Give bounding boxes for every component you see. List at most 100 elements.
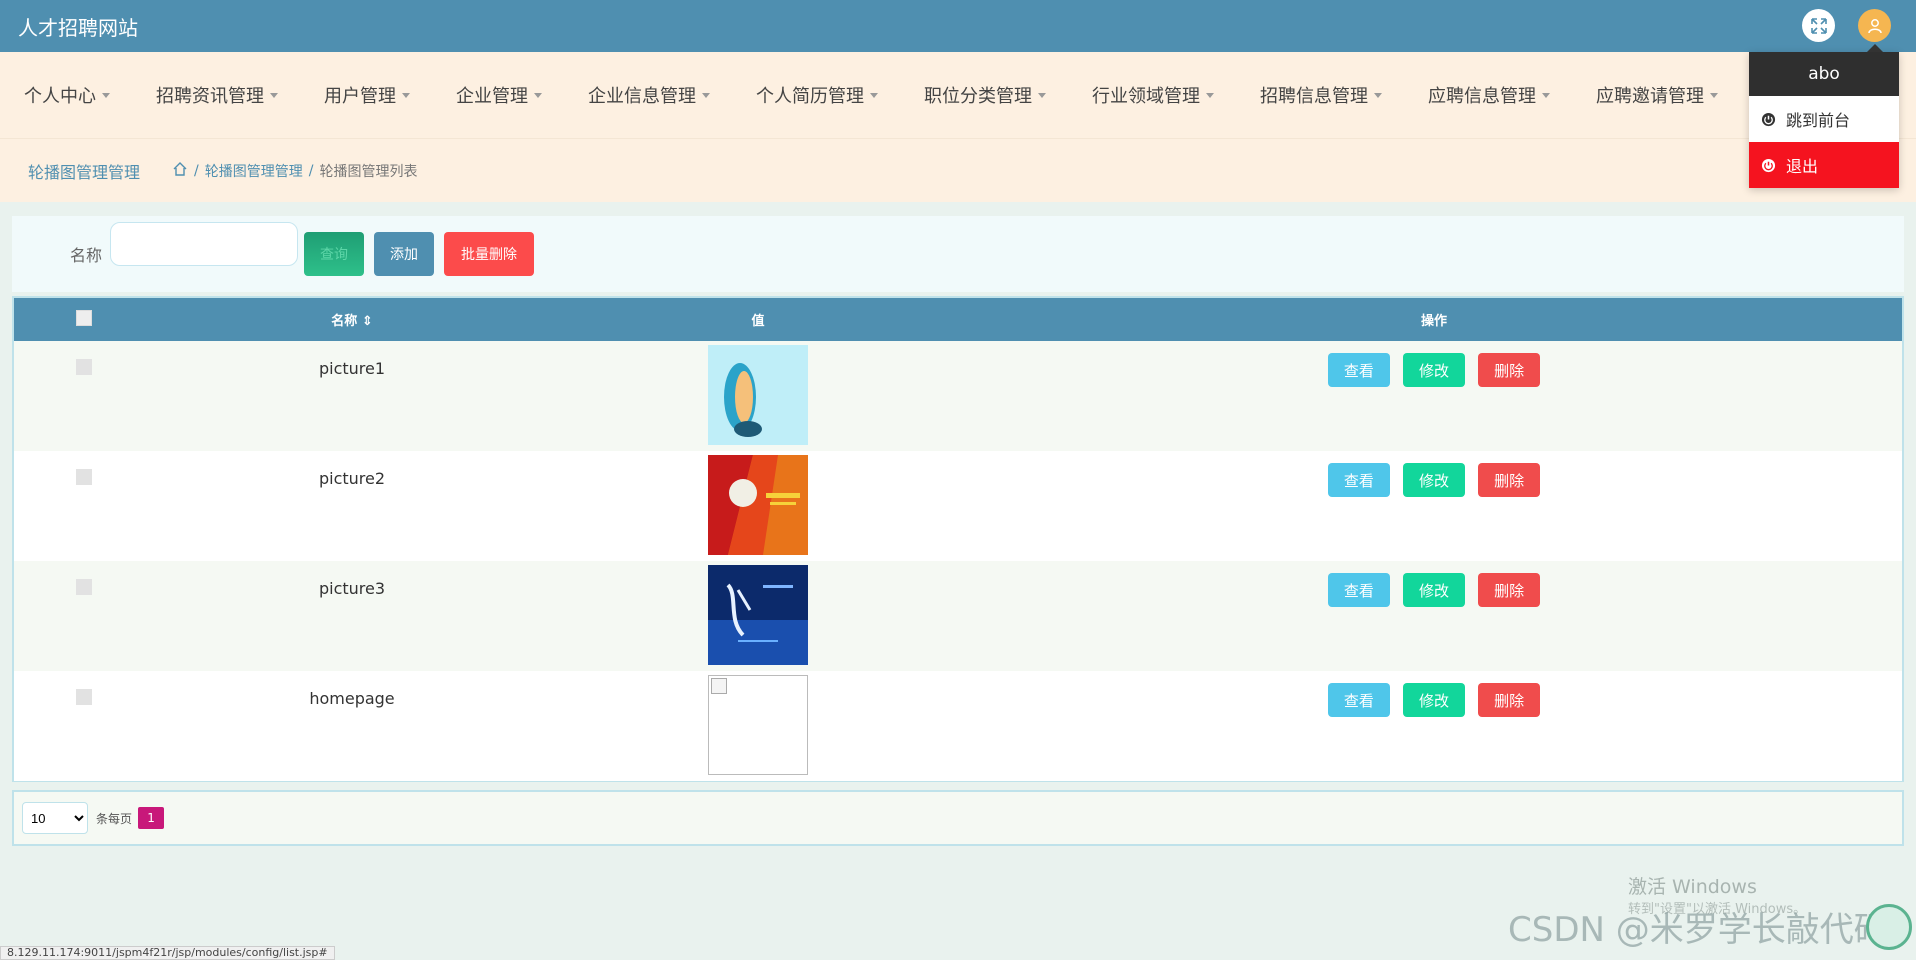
query-button[interactable]: 查询 xyxy=(304,232,365,276)
nav-item-invitations[interactable]: 应聘邀请管理 xyxy=(1572,82,1740,108)
edit-button[interactable]: 修改 xyxy=(1403,573,1465,607)
breadcrumb: / 轮播图管理管理 / 轮播图管理列表 xyxy=(172,161,417,181)
pagination: 10 条每页 1 xyxy=(12,790,1904,846)
row-name: picture1 xyxy=(318,359,386,378)
breadcrumb-current: 轮播图管理列表 xyxy=(319,163,418,180)
nav-item-users[interactable]: 用户管理 xyxy=(300,82,432,108)
select-all-checkbox[interactable] xyxy=(76,309,92,326)
table-row: picture3 查看 修改 删除 xyxy=(14,561,1902,671)
row-name: picture3 xyxy=(318,579,386,598)
breadcrumb-separator: / xyxy=(194,162,199,179)
caret-down-icon xyxy=(702,92,710,98)
view-button[interactable]: 查看 xyxy=(1327,353,1390,387)
go-to-frontend-label: 跳到前台 xyxy=(1786,111,1851,130)
logout-label: 退出 xyxy=(1786,157,1819,176)
windows-activation-title: 激活 Windows xyxy=(1628,876,1757,898)
caret-down-icon xyxy=(870,92,878,98)
column-header-name[interactable]: 名称 ⇕ xyxy=(154,298,550,341)
sort-icon[interactable]: ⇕ xyxy=(357,314,373,329)
csdn-watermark: CSDN @米罗学长敲代码 xyxy=(1508,910,1888,950)
banner-thumbnail-picture1 xyxy=(708,345,808,445)
page-number-active[interactable]: 1 xyxy=(138,807,165,829)
user-dropdown-menu: abo 跳到前台 退出 xyxy=(1749,44,1899,188)
caret-down-icon xyxy=(102,92,110,98)
breadcrumb-bar: 轮播图管理管理 / 轮播图管理管理 / 轮播图管理列表 xyxy=(0,138,1916,202)
per-page-label: 条每页 xyxy=(96,811,133,826)
caret-down-icon xyxy=(534,92,542,98)
table-row: homepage 查看 修改 删除 xyxy=(14,671,1902,781)
caret-down-icon xyxy=(1542,92,1550,98)
table-row: picture1 查看 修改 删除 xyxy=(14,341,1902,451)
nav-item-resumes[interactable]: 个人简历管理 xyxy=(732,82,900,108)
nav-item-job-posts[interactable]: 招聘信息管理 xyxy=(1236,82,1404,108)
nav-label: 应聘邀请管理 xyxy=(1596,86,1704,107)
column-header-actions: 操作 xyxy=(1420,314,1447,329)
nav-item-recruit-news[interactable]: 招聘资讯管理 xyxy=(132,82,300,108)
name-search-input[interactable] xyxy=(110,222,299,266)
caret-down-icon xyxy=(1206,92,1214,98)
caret-down-icon xyxy=(1374,92,1382,98)
caret-down-icon xyxy=(1038,92,1046,98)
view-button[interactable]: 查看 xyxy=(1327,463,1390,497)
nav-label: 个人简历管理 xyxy=(756,86,864,107)
nav-label: 应聘信息管理 xyxy=(1428,86,1536,107)
delete-button[interactable]: 删除 xyxy=(1478,353,1541,387)
edit-button[interactable]: 修改 xyxy=(1403,683,1465,717)
nav-label: 个人中心 xyxy=(24,86,96,107)
add-button[interactable]: 添加 xyxy=(374,232,435,276)
row-checkbox[interactable] xyxy=(76,359,92,375)
nav-item-companies[interactable]: 企业管理 xyxy=(432,82,564,108)
nav-label: 企业管理 xyxy=(456,86,528,107)
row-checkbox[interactable] xyxy=(76,579,92,595)
name-label: 名称 xyxy=(70,246,103,265)
main-nav: 个人中心 招聘资讯管理 用户管理 企业管理 企业信息管理 个人简历管理 职位分类… xyxy=(0,52,1916,138)
view-button[interactable]: 查看 xyxy=(1327,683,1390,717)
nav-item-job-categories[interactable]: 职位分类管理 xyxy=(900,82,1068,108)
caret-down-icon xyxy=(270,92,278,98)
nav-item-industries[interactable]: 行业领域管理 xyxy=(1068,82,1236,108)
delete-button[interactable]: 删除 xyxy=(1478,573,1541,607)
broken-image-icon xyxy=(708,675,808,775)
view-button[interactable]: 查看 xyxy=(1327,573,1390,607)
top-bar: 人才招聘网站 xyxy=(0,0,1916,52)
floating-action-icon[interactable] xyxy=(1866,904,1912,950)
nav-item-company-info[interactable]: 企业信息管理 xyxy=(564,82,732,108)
caret-down-icon xyxy=(402,92,410,98)
row-checkbox[interactable] xyxy=(76,689,92,705)
header-name-label: 名称 xyxy=(331,314,358,329)
nav-label: 招聘信息管理 xyxy=(1260,86,1368,107)
table-row: picture2 查看 修改 删除 xyxy=(14,451,1902,561)
breadcrumb-level1[interactable]: 轮播图管理管理 xyxy=(205,161,303,181)
go-to-frontend-item[interactable]: 跳到前台 xyxy=(1749,96,1899,142)
caret-down-icon xyxy=(1710,92,1718,98)
edit-button[interactable]: 修改 xyxy=(1403,463,1465,497)
nav-item-personal-center[interactable]: 个人中心 xyxy=(0,82,132,108)
site-title: 人才招聘网站 xyxy=(18,15,138,40)
home-icon[interactable] xyxy=(172,161,188,181)
edit-button[interactable]: 修改 xyxy=(1403,353,1465,387)
row-checkbox[interactable] xyxy=(76,469,92,485)
banner-thumbnail-picture3 xyxy=(708,565,808,665)
table-header-row: 名称 ⇕ 值 操作 xyxy=(14,298,1902,341)
status-bar-url: 8.129.11.174:9011/jspm4f21r/jsp/modules/… xyxy=(0,946,335,960)
column-header-value: 值 xyxy=(751,314,765,329)
delete-button[interactable]: 删除 xyxy=(1478,683,1541,717)
breadcrumb-separator: / xyxy=(308,162,314,179)
power-icon xyxy=(1761,158,1776,172)
nav-label: 职位分类管理 xyxy=(924,86,1032,107)
nav-label: 行业领域管理 xyxy=(1092,86,1200,107)
batch-delete-button[interactable]: 批量删除 xyxy=(444,232,535,276)
logout-item[interactable]: 退出 xyxy=(1749,142,1899,188)
user-icon[interactable] xyxy=(1858,9,1891,42)
search-panel: 名称 查询 添加 批量删除 xyxy=(12,216,1904,292)
page-size-select[interactable]: 10 xyxy=(22,802,88,834)
nav-label: 招聘资讯管理 xyxy=(156,86,264,107)
power-icon xyxy=(1761,112,1776,126)
nav-item-applications[interactable]: 应聘信息管理 xyxy=(1404,82,1572,108)
data-table: 名称 ⇕ 值 操作 picture1 查看 修改 删除 picture2 查看 … xyxy=(12,296,1904,782)
fullscreen-icon[interactable] xyxy=(1802,9,1835,42)
select-all-cell xyxy=(14,298,154,341)
delete-button[interactable]: 删除 xyxy=(1478,463,1541,497)
nav-label: 企业信息管理 xyxy=(588,86,696,107)
nav-label: 用户管理 xyxy=(324,86,396,107)
